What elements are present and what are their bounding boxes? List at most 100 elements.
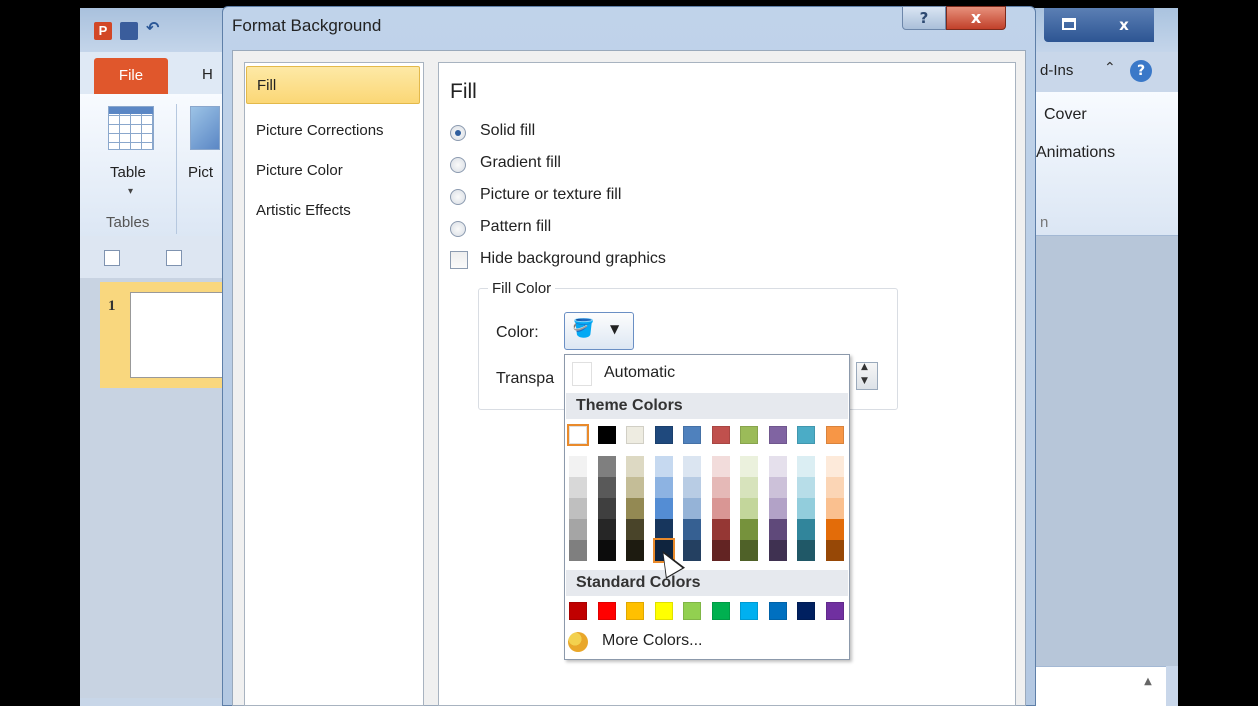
theme-color-swatch[interactable]: [740, 426, 758, 444]
nav-item-artistic-effects[interactable]: Artistic Effects: [246, 192, 420, 230]
nav-item-fill[interactable]: Fill: [246, 66, 420, 104]
theme-shade-swatch[interactable]: [797, 498, 815, 519]
spin-down-icon[interactable]: ▼: [861, 376, 868, 386]
theme-shade-swatch[interactable]: [825, 519, 844, 540]
theme-shade-swatch[interactable]: [569, 540, 587, 561]
theme-shade-swatch[interactable]: [768, 477, 787, 498]
theme-shade-swatch[interactable]: [683, 456, 701, 477]
picture-texture-fill-radio[interactable]: [450, 189, 466, 205]
dialog-help-button[interactable]: ?: [902, 6, 946, 30]
theme-shade-swatch[interactable]: [569, 498, 587, 519]
standard-color-swatch[interactable]: [825, 602, 844, 620]
animations-button-label[interactable]: Animations: [1036, 144, 1115, 162]
theme-shade-swatch[interactable]: [597, 477, 616, 498]
theme-shade-swatch[interactable]: [740, 540, 758, 561]
theme-shade-swatch[interactable]: [683, 519, 701, 540]
standard-color-swatch[interactable]: [740, 602, 758, 620]
powerpoint-logo-icon[interactable]: P: [94, 22, 112, 40]
theme-shade-swatch[interactable]: [768, 540, 787, 561]
standard-color-swatch[interactable]: [797, 602, 815, 620]
theme-shade-swatch[interactable]: [768, 519, 787, 540]
theme-shade-swatch[interactable]: [825, 456, 844, 477]
theme-color-swatch[interactable]: [597, 426, 616, 444]
theme-color-swatch[interactable]: [825, 426, 844, 444]
table-icon[interactable]: [108, 106, 154, 150]
more-colors-label[interactable]: More Colors...: [602, 632, 702, 650]
tab-file[interactable]: File: [94, 58, 168, 94]
outline-tab-icon[interactable]: [166, 250, 182, 266]
theme-shade-swatch[interactable]: [768, 498, 787, 519]
theme-shade-swatch[interactable]: [740, 477, 758, 498]
theme-shade-swatch[interactable]: [711, 477, 730, 498]
nav-item-picture-corrections[interactable]: Picture Corrections: [246, 112, 420, 150]
theme-shade-swatch[interactable]: [654, 498, 673, 519]
theme-shade-swatch[interactable]: [654, 519, 673, 540]
undo-icon[interactable]: ↶: [146, 18, 164, 37]
theme-shade-swatch[interactable]: [569, 456, 587, 477]
standard-color-swatch[interactable]: [768, 602, 787, 620]
help-icon[interactable]: ?: [1130, 60, 1152, 82]
collapse-ribbon-icon[interactable]: ⌃: [1104, 60, 1116, 76]
solid-fill-radio[interactable]: [450, 125, 466, 141]
theme-shade-swatch[interactable]: [711, 519, 730, 540]
picture-texture-fill-label[interactable]: Picture or texture fill: [480, 186, 621, 204]
theme-shade-swatch[interactable]: [597, 540, 616, 561]
picture-icon[interactable]: [190, 106, 220, 150]
gradient-fill-label[interactable]: Gradient fill: [480, 154, 561, 172]
theme-color-swatch[interactable]: [654, 426, 673, 444]
theme-shade-swatch[interactable]: [597, 498, 616, 519]
hide-background-checkbox[interactable]: [450, 251, 468, 269]
theme-shade-swatch[interactable]: [626, 540, 644, 561]
theme-shade-swatch[interactable]: [797, 477, 815, 498]
standard-color-swatch[interactable]: [626, 602, 644, 620]
theme-shade-swatch[interactable]: [797, 519, 815, 540]
scroll-up-icon[interactable]: ▲: [1140, 676, 1156, 692]
theme-color-swatch[interactable]: [683, 426, 701, 444]
cover-button-label[interactable]: Cover: [1044, 106, 1087, 124]
picture-button-label[interactable]: Pict: [188, 164, 213, 181]
theme-shade-swatch[interactable]: [569, 477, 587, 498]
standard-color-swatch[interactable]: [597, 602, 616, 620]
theme-shade-swatch[interactable]: [797, 456, 815, 477]
gradient-fill-radio[interactable]: [450, 157, 466, 173]
standard-color-swatch[interactable]: [711, 602, 730, 620]
theme-shade-swatch[interactable]: [683, 498, 701, 519]
theme-shade-swatch[interactable]: [825, 540, 844, 561]
theme-color-swatch[interactable]: [567, 424, 589, 446]
hide-background-label[interactable]: Hide background graphics: [480, 250, 666, 268]
save-icon[interactable]: [120, 22, 138, 40]
theme-shade-swatch[interactable]: [825, 477, 844, 498]
theme-color-swatch[interactable]: [626, 426, 644, 444]
theme-shade-swatch[interactable]: [711, 498, 730, 519]
theme-shade-swatch[interactable]: [825, 498, 844, 519]
theme-shade-swatch[interactable]: [683, 477, 701, 498]
dialog-close-button[interactable]: x: [946, 6, 1006, 30]
theme-shade-swatch[interactable]: [797, 540, 815, 561]
theme-color-swatch[interactable]: [797, 426, 815, 444]
pattern-fill-radio[interactable]: [450, 221, 466, 237]
theme-shade-swatch[interactable]: [711, 456, 730, 477]
theme-shade-swatch[interactable]: [654, 456, 673, 477]
theme-shade-swatch[interactable]: [626, 498, 644, 519]
theme-shade-swatch[interactable]: [626, 519, 644, 540]
solid-fill-label[interactable]: Solid fill: [480, 122, 535, 140]
standard-color-swatch[interactable]: [569, 602, 587, 620]
tab-add-ins[interactable]: d-Ins: [1040, 62, 1073, 79]
pattern-fill-label[interactable]: Pattern fill: [480, 218, 551, 236]
theme-shade-swatch[interactable]: [626, 477, 644, 498]
slide-thumbnail[interactable]: [130, 292, 224, 378]
nav-item-picture-color[interactable]: Picture Color: [246, 152, 420, 190]
theme-color-swatch[interactable]: [711, 426, 730, 444]
theme-shade-swatch[interactable]: [683, 540, 701, 561]
standard-color-swatch[interactable]: [654, 602, 673, 620]
table-button-label[interactable]: Table: [110, 164, 146, 181]
theme-shade-swatch[interactable]: [740, 519, 758, 540]
theme-shade-swatch[interactable]: [654, 477, 673, 498]
theme-shade-swatch[interactable]: [740, 498, 758, 519]
chevron-down-icon[interactable]: ▾: [128, 186, 133, 197]
theme-shade-swatch[interactable]: [711, 540, 730, 561]
automatic-color-swatch[interactable]: [572, 362, 592, 386]
theme-shade-swatch[interactable]: [768, 456, 787, 477]
theme-shade-swatch[interactable]: [626, 456, 644, 477]
theme-shade-swatch[interactable]: [597, 456, 616, 477]
